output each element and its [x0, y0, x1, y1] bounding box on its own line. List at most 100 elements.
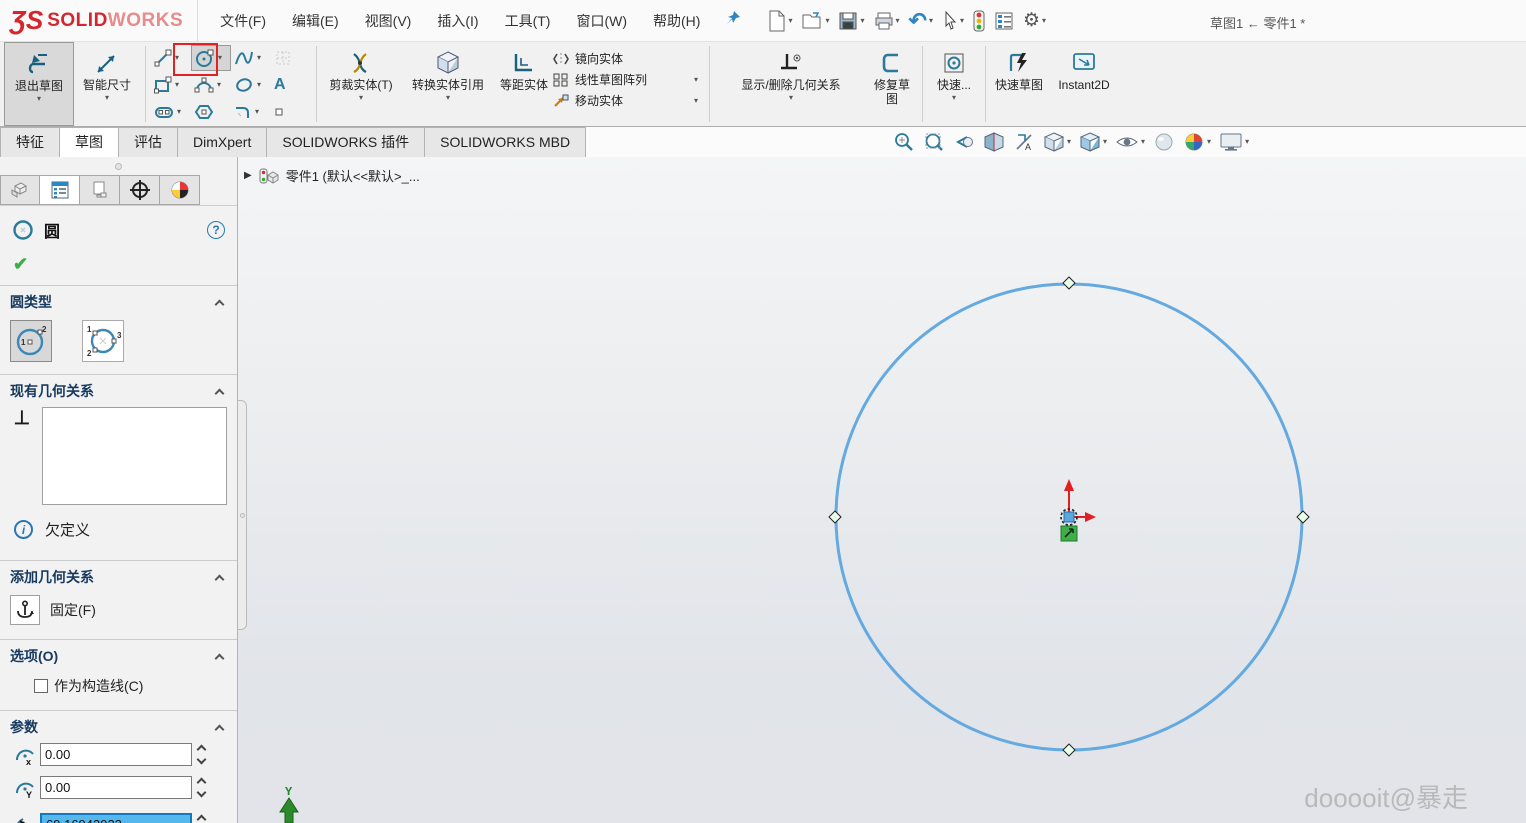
pin-menu-icon[interactable] — [724, 9, 742, 32]
dropdown-arrow-icon[interactable]: ▾ — [175, 81, 179, 89]
tab-addins[interactable]: SOLIDWORKS 插件 — [267, 127, 425, 157]
fix-relation-button[interactable] — [10, 595, 40, 625]
stepper-down-icon[interactable] — [197, 755, 207, 765]
dropdown-arrow-icon[interactable]: ▾ — [1067, 138, 1071, 146]
dropdown-arrow-icon[interactable]: ▾ — [217, 81, 221, 89]
apply-scene-button[interactable]: ▾ — [1183, 131, 1211, 153]
options-list-button[interactable] — [994, 11, 1014, 31]
help-icon[interactable]: ? — [207, 221, 225, 239]
center-x-stepper[interactable] — [198, 746, 205, 763]
sketch-picture-tool-button[interactable] — [271, 45, 311, 71]
menu-file[interactable]: 文件(F) — [220, 11, 266, 31]
radius-input[interactable] — [40, 813, 192, 823]
offset-entities-button[interactable]: 等距实体 — [496, 42, 552, 126]
collapse-chevron-icon[interactable] — [215, 388, 225, 398]
dropdown-arrow-icon[interactable]: ▾ — [446, 94, 450, 102]
dropdown-arrow-icon[interactable]: ▾ — [825, 17, 829, 25]
display-delete-relations-button[interactable]: 显示/删除几何关系 ▾ — [715, 42, 867, 126]
new-document-button[interactable]: ▾ — [768, 10, 792, 32]
center-circle-button[interactable]: 12 — [10, 320, 52, 362]
instant2d-button[interactable]: Instant2D — [1047, 42, 1121, 126]
dropdown-arrow-icon[interactable]: ▾ — [1042, 17, 1046, 25]
hide-show-items-button[interactable]: ▾ — [1115, 132, 1145, 152]
menu-tools[interactable]: 工具(T) — [505, 11, 551, 31]
stepper-up-icon[interactable] — [197, 745, 207, 755]
panel-flyout-handle[interactable] — [238, 400, 247, 630]
view-orientation-button[interactable]: ▾ — [1043, 131, 1071, 153]
dropdown-arrow-icon[interactable]: ▾ — [1245, 138, 1249, 146]
center-y-stepper[interactable] — [198, 779, 205, 796]
quick-snaps-button[interactable]: 快速... ▾ — [928, 42, 980, 126]
tab-feature-manager[interactable] — [0, 175, 40, 205]
convert-entities-button[interactable]: 转换实体引用 ▾ — [400, 42, 496, 126]
polygon-tool-button[interactable] — [191, 99, 231, 125]
mirror-entities-button[interactable]: 镜向实体 — [552, 50, 704, 67]
annotation-view-button[interactable]: A — [1013, 131, 1035, 153]
zoom-to-fit-button[interactable] — [893, 131, 915, 153]
spline-tool-button[interactable]: ▾ — [231, 45, 271, 71]
menu-edit[interactable]: 编辑(E) — [292, 11, 339, 31]
display-style-button[interactable]: ▾ — [1079, 131, 1107, 153]
dropdown-arrow-icon[interactable]: ▾ — [960, 17, 964, 25]
menu-help[interactable]: 帮助(H) — [653, 11, 700, 31]
print-button[interactable]: ▾ — [874, 11, 900, 31]
dropdown-arrow-icon[interactable]: ▾ — [105, 94, 109, 102]
circle-handle-top[interactable] — [1063, 277, 1075, 289]
dropdown-arrow-icon[interactable]: ▾ — [255, 108, 259, 116]
dropdown-arrow-icon[interactable]: ▾ — [1207, 138, 1211, 146]
construction-checkbox[interactable] — [34, 679, 48, 693]
linear-pattern-button[interactable]: 线性草图阵列 ▾ — [552, 71, 704, 88]
text-tool-button[interactable]: A — [271, 72, 311, 98]
dropdown-arrow-icon[interactable]: ▾ — [789, 94, 793, 102]
tab-configuration-manager[interactable] — [80, 175, 120, 205]
point-tool-button[interactable] — [271, 99, 311, 125]
dropdown-arrow-icon[interactable]: ▾ — [694, 97, 698, 105]
dropdown-arrow-icon[interactable]: ▾ — [218, 54, 222, 62]
radius-stepper[interactable] — [198, 816, 205, 823]
exit-sketch-button[interactable]: 退出草图 ▾ — [4, 42, 74, 126]
move-entities-button[interactable]: 移动实体 ▾ — [552, 92, 704, 109]
trim-entities-button[interactable]: 剪裁实体(T) ▾ — [322, 42, 400, 126]
collapse-chevron-icon[interactable] — [215, 299, 225, 309]
stepper-up-icon[interactable] — [197, 778, 207, 788]
dropdown-arrow-icon[interactable]: ▾ — [257, 81, 261, 89]
dropdown-arrow-icon[interactable]: ▾ — [257, 54, 261, 62]
ok-check-icon[interactable]: ✔ — [13, 254, 28, 274]
collapse-chevron-icon[interactable] — [215, 653, 225, 663]
settings-gear-button[interactable]: ⚙ ▾ — [1023, 11, 1046, 31]
edit-appearance-button[interactable] — [1153, 131, 1175, 153]
dropdown-arrow-icon[interactable]: ▾ — [694, 76, 698, 84]
undo-button[interactable]: ↶ ▾ — [909, 11, 933, 31]
save-button[interactable]: ▾ — [838, 11, 864, 31]
tab-evaluate[interactable]: 评估 — [119, 127, 178, 157]
rapid-sketch-button[interactable]: 快速草图 — [991, 42, 1047, 126]
collapse-chevron-icon[interactable] — [215, 574, 225, 584]
circle-handle-bottom[interactable] — [1063, 744, 1075, 756]
tab-dimxpert[interactable]: DimXpert — [178, 127, 267, 157]
repair-sketch-button[interactable]: 修复草图 — [867, 42, 917, 126]
selection-filter-button[interactable] — [973, 10, 985, 32]
fixed-relation-badge[interactable] — [1061, 526, 1077, 541]
tab-dimxpert-manager[interactable] — [120, 175, 160, 205]
menu-insert[interactable]: 插入(I) — [437, 11, 478, 31]
dropdown-arrow-icon[interactable]: ▾ — [177, 108, 181, 116]
graphics-viewport[interactable]: ▶ 零件1 (默认<<默认>_... Y — [238, 157, 1526, 823]
tab-display-manager[interactable] — [160, 175, 200, 205]
dropdown-arrow-icon[interactable]: ▾ — [860, 17, 864, 25]
center-y-input[interactable] — [40, 776, 192, 799]
panel-splitter-handle[interactable] — [0, 157, 237, 175]
view-settings-button[interactable]: ▾ — [1219, 132, 1249, 152]
tab-sketch[interactable]: 草图 — [60, 127, 119, 157]
ellipse-tool-button[interactable]: ▾ — [231, 72, 271, 98]
section-view-button[interactable] — [983, 131, 1005, 153]
dropdown-arrow-icon[interactable]: ▾ — [1103, 138, 1107, 146]
relations-listbox[interactable] — [42, 407, 227, 505]
tab-property-manager[interactable] — [40, 175, 80, 205]
stepper-down-icon[interactable] — [197, 788, 207, 798]
open-document-button[interactable]: ▾ — [801, 11, 829, 31]
menu-window[interactable]: 窗口(W) — [576, 11, 627, 31]
collapse-chevron-icon[interactable] — [215, 724, 225, 734]
dropdown-arrow-icon[interactable]: ▾ — [788, 17, 792, 25]
dropdown-arrow-icon[interactable]: ▾ — [1141, 138, 1145, 146]
dropdown-arrow-icon[interactable]: ▾ — [896, 17, 900, 25]
